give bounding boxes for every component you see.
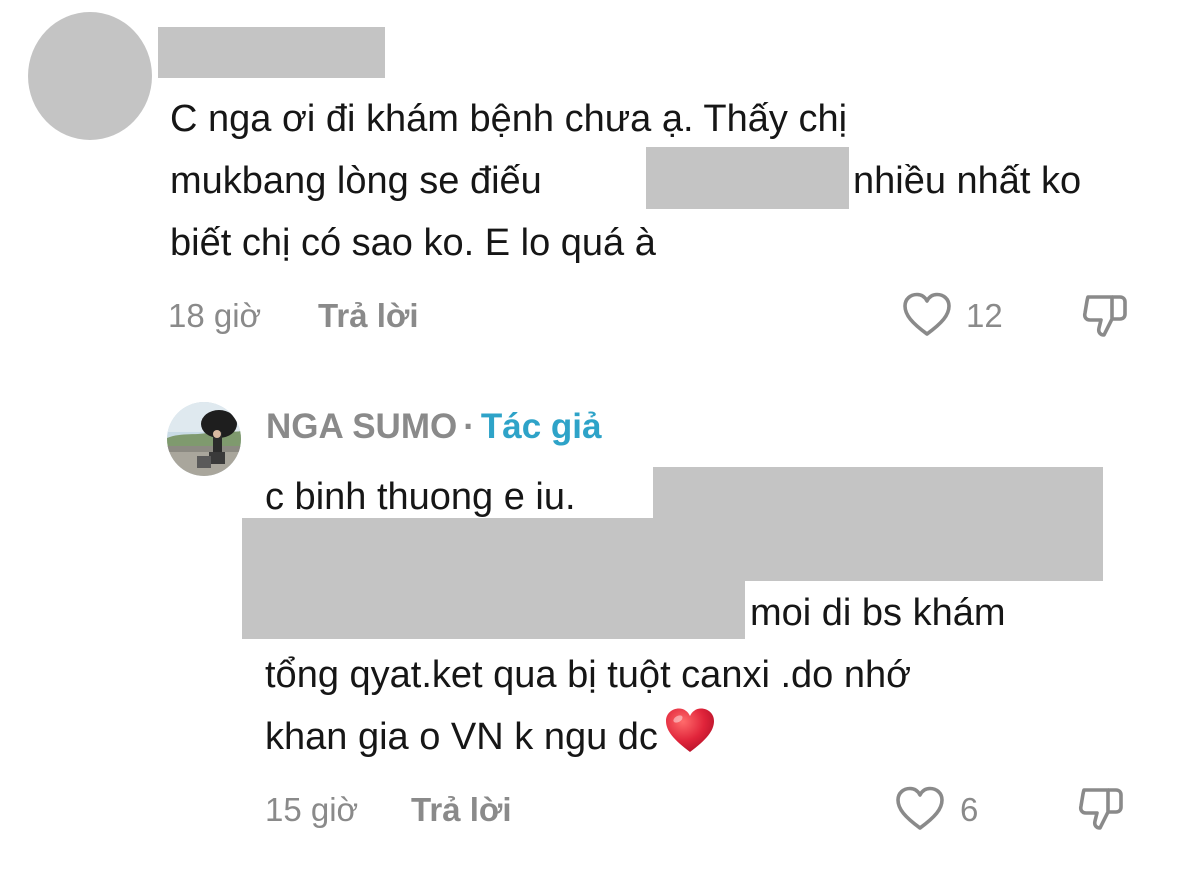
reply-button[interactable]: Trả lời	[411, 790, 512, 830]
author-badge: Tác giả	[480, 407, 602, 446]
commenter-avatar[interactable]	[28, 12, 152, 140]
red-heart-emoji	[664, 707, 716, 755]
comment-timestamp: 18 giờ	[168, 297, 262, 334]
comment-text-line: nhiều nhất ko	[853, 160, 1082, 202]
heart-outline-icon[interactable]	[902, 292, 952, 338]
reply-timestamp: 15 giờ	[265, 791, 359, 828]
comment-text-line: biết chị có sao ko. E lo quá à	[170, 222, 656, 264]
redacted-username	[158, 27, 385, 78]
comment-text-line: C nga ơi đi khám bệnh chưa ạ. Thấy chị	[170, 98, 848, 140]
reply-text-line: khan gia o VN k ngu dc	[265, 716, 658, 758]
reply-text-line: tổng qyat.ket qua bị tuột canxi .do nhớ	[265, 654, 912, 696]
author-avatar[interactable]	[167, 402, 241, 476]
like-count: 12	[966, 297, 1003, 334]
redacted-text	[646, 147, 849, 209]
redacted-text	[242, 518, 745, 639]
thumbs-down-icon[interactable]	[1076, 784, 1126, 834]
reply-button[interactable]: Trả lời	[318, 296, 419, 336]
author-name[interactable]: NGA SUMO	[266, 407, 457, 446]
comment-text-line: mukbang lòng se điếu	[170, 160, 542, 202]
separator-dot: ·	[463, 407, 475, 446]
thumbs-down-icon[interactable]	[1080, 291, 1130, 341]
reply-text-line-with-emoji: khan gia o VN k ngu dc	[265, 706, 716, 768]
like-count: 6	[960, 791, 979, 828]
reply-text-line: moi di bs khám	[750, 592, 1006, 634]
author-header: NGA SUMO · Tác giả	[266, 405, 601, 449]
heart-outline-icon[interactable]	[895, 786, 945, 832]
